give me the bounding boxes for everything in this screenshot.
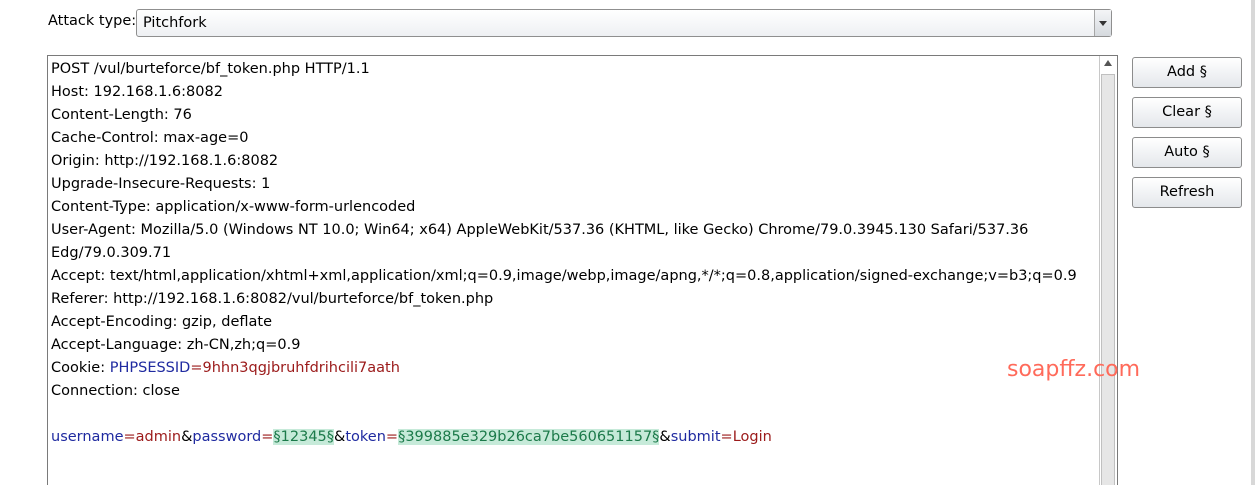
attack-type-value: Pitchfork	[143, 15, 207, 31]
request-line: User-Agent: Mozilla/5.0 (Windows NT 10.0…	[51, 222, 1029, 238]
param-username-value: admin	[135, 429, 182, 445]
param-eq: =	[261, 429, 274, 445]
param-eq: =	[123, 429, 136, 445]
add-marker-button[interactable]: Add §	[1132, 57, 1242, 88]
request-line: Origin: http://192.168.1.6:8082	[51, 153, 279, 169]
param-amp: &	[334, 429, 346, 445]
attack-type-label: Attack type:	[48, 13, 137, 29]
window-edge	[1251, 0, 1255, 485]
request-editor[interactable]: POST /vul/burteforce/bf_token.php HTTP/1…	[47, 55, 1118, 485]
clear-markers-button[interactable]: Clear §	[1132, 97, 1242, 128]
cookie-name: PHPSESSID	[109, 360, 191, 376]
cookie-prefix: Cookie:	[51, 360, 110, 376]
payload-position-token[interactable]: §399885e329b26ca7be560651157§	[398, 429, 660, 445]
body-line: username=admin&password=§12345§&token=§3…	[51, 426, 1097, 449]
param-eq: =	[720, 429, 733, 445]
request-line: Content-Type: application/x-www-form-url…	[51, 199, 416, 215]
cookie-value: 9hhn3qgjbruhfdrihcili7aath	[202, 360, 400, 376]
payload-position-password[interactable]: §12345§	[273, 429, 335, 445]
attack-type-select[interactable]: Pitchfork	[136, 9, 1112, 37]
request-line: Content-Length: 76	[51, 107, 192, 123]
param-token-key: token	[345, 429, 386, 445]
request-line: Host: 192.168.1.6:8082	[51, 84, 223, 100]
param-submit-key: submit	[670, 429, 721, 445]
request-line: Upgrade-Insecure-Requests: 1	[51, 176, 271, 192]
request-lines: POST /vul/burteforce/bf_token.php HTTP/1…	[51, 58, 1097, 449]
cookie-line: Cookie: PHPSESSID=9hhn3qgjbruhfdrihcili7…	[51, 357, 1097, 380]
refresh-button[interactable]: Refresh	[1132, 177, 1242, 208]
intruder-positions-panel: Attack type: Pitchfork POST /vul/burtefo…	[0, 0, 1255, 485]
watermark: soapffz.com	[1007, 357, 1141, 382]
param-eq: =	[385, 429, 399, 445]
scroll-up-icon[interactable]	[1104, 60, 1112, 66]
request-line: Accept-Language: zh-CN,zh;q=0.9	[51, 337, 301, 353]
request-line: Accept: text/html,application/xhtml+xml,…	[51, 268, 1077, 284]
param-submit-value: Login	[732, 429, 772, 445]
param-username-key: username	[51, 429, 124, 445]
param-amp: &	[659, 429, 671, 445]
request-line: Referer: http://192.168.1.6:8082/vul/bur…	[51, 291, 494, 307]
request-line: Cache-Control: max-age=0	[51, 130, 249, 146]
request-line: POST /vul/burteforce/bf_token.php HTTP/1…	[51, 61, 370, 77]
chevron-down-icon[interactable]	[1094, 10, 1111, 36]
auto-markers-button[interactable]: Auto §	[1132, 137, 1242, 168]
param-amp: &	[181, 429, 193, 445]
cookie-eq: =	[190, 360, 203, 376]
param-password-key: password	[192, 429, 262, 445]
request-line: Connection: close	[51, 383, 180, 399]
scroll-thumb[interactable]	[1101, 74, 1115, 485]
request-line: Edg/79.0.309.71	[51, 245, 172, 261]
request-line: Accept-Encoding: gzip, deflate	[51, 314, 272, 330]
editor-scrollbar[interactable]	[1099, 56, 1117, 485]
